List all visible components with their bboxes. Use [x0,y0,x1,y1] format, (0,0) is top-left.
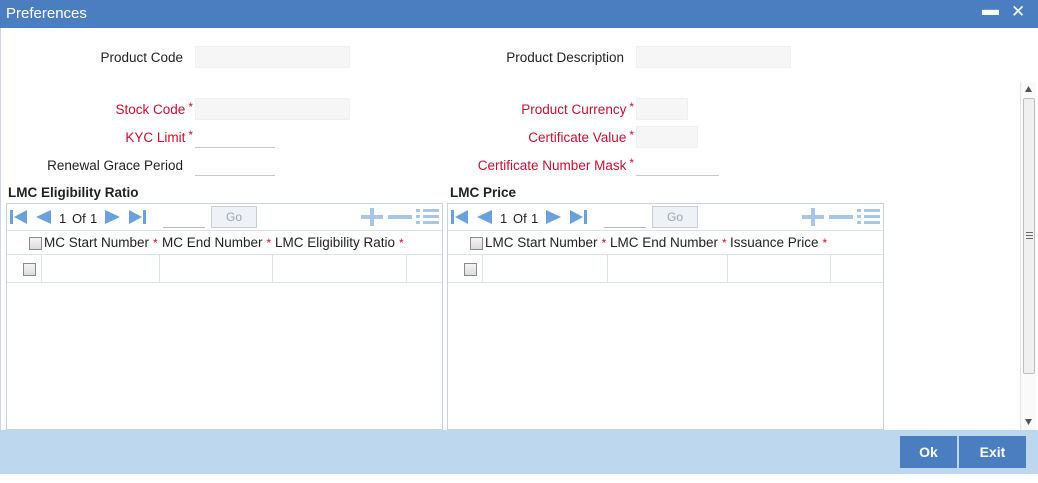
renewal-grace-period-label: Renewal Grace Period [47,158,183,173]
grip-icon [1026,232,1033,239]
mc-start-number-cell[interactable] [42,255,160,283]
exit-button[interactable]: Exit [959,436,1026,468]
product-currency-field[interactable] [636,98,688,120]
stock-code-field[interactable] [195,98,350,120]
lmc-price-title: LMC Price [450,185,517,200]
lmc-eligibility-ratio-grid: 1 Of 1 Go MC Start Number * MC End Number… [6,203,443,430]
product-currency-label: Product Currency * [521,100,634,117]
lmc-eligibility-ratio-cell[interactable] [273,255,407,283]
title-bar: Preferences ▬ ✕ [0,0,1038,28]
row-select-cell [7,255,42,283]
renewal-grace-period-field[interactable] [195,154,275,176]
page-number-input[interactable] [163,207,205,228]
row-checkbox[interactable] [23,263,36,276]
certificate-number-mask-field[interactable] [636,154,719,176]
grid-navbar: 1 Of 1 Go [448,204,883,230]
ok-button[interactable]: Ok [900,436,957,468]
product-description-field[interactable] [636,46,791,68]
next-page-icon[interactable] [544,208,564,226]
scroll-up-icon[interactable] [1024,85,1033,93]
scroll-thumb[interactable] [1023,98,1035,374]
row-checkbox[interactable] [464,263,477,276]
grid-header-row: MC Start Number * MC End Number * LMC Elig… [7,230,442,255]
kyc-limit-label: KYC Limit * [125,128,193,145]
minimize-icon[interactable]: ▬ [982,0,999,20]
table-row [448,255,883,283]
lmc-price-grid: 1 Of 1 Go LMC Start Number * LMC End Numb… [447,203,884,430]
scroll-down-icon[interactable] [1024,418,1033,426]
column-header[interactable]: Issuance Price * [730,231,827,255]
dialog-footer: Ok Exit [0,430,1038,474]
product-code-field[interactable] [195,46,350,68]
certificate-value-field[interactable] [636,126,698,148]
page-current: 1 [59,211,67,226]
vertical-scrollbar[interactable] [1020,82,1036,430]
page-number-input[interactable] [604,207,646,228]
previous-page-icon[interactable] [474,208,494,226]
first-page-icon[interactable] [450,208,470,226]
product-description-label: Product Description [506,50,624,65]
view-rows-icon[interactable] [856,208,882,226]
lmc-eligibility-ratio-title: LMC Eligibility Ratio [8,185,139,200]
go-button[interactable]: Go [652,206,698,228]
page-of-label: Of [513,211,527,226]
row-select-cell [448,255,483,283]
page-total: 1 [531,211,539,226]
grid-navbar: 1 Of 1 Go [7,204,442,230]
select-all-checkbox[interactable] [470,237,483,250]
previous-page-icon[interactable] [33,208,53,226]
last-page-icon[interactable] [568,208,588,226]
mc-end-number-cell[interactable] [160,255,273,283]
product-code-label: Product Code [100,50,183,65]
lmc-start-number-cell[interactable] [483,255,608,283]
select-all-checkbox[interactable] [29,237,42,250]
column-header[interactable]: MC End Number * [162,231,271,255]
close-icon[interactable]: ✕ [1011,2,1025,22]
page-total: 1 [90,211,98,226]
column-header[interactable]: MC Start Number * [44,231,158,255]
column-header[interactable]: LMC Start Number * [485,231,606,255]
page-of-label: Of [72,211,86,226]
first-page-icon[interactable] [9,208,29,226]
column-header[interactable]: LMC End Number * [610,231,727,255]
column-header[interactable]: LMC Eligibility Ratio * [275,231,404,255]
window-title: Preferences [6,5,87,22]
add-row-icon[interactable] [800,208,826,226]
stock-code-label: Stock Code * [115,100,193,117]
delete-row-icon[interactable] [387,208,413,226]
certificate-value-label: Certificate Value * [528,128,634,145]
next-page-icon[interactable] [103,208,123,226]
go-button[interactable]: Go [211,206,257,228]
certificate-number-mask-label: Certificate Number Mask * [477,156,634,173]
issuance-price-cell[interactable] [728,255,831,283]
kyc-limit-field[interactable] [195,126,275,148]
lmc-end-number-cell[interactable] [608,255,728,283]
grid-header-row: LMC Start Number * LMC End Number * Issuan… [448,230,883,255]
delete-row-icon[interactable] [828,208,854,226]
add-row-icon[interactable] [359,208,385,226]
table-row [7,255,442,283]
last-page-icon[interactable] [127,208,147,226]
page-current: 1 [500,211,508,226]
view-rows-icon[interactable] [415,208,441,226]
